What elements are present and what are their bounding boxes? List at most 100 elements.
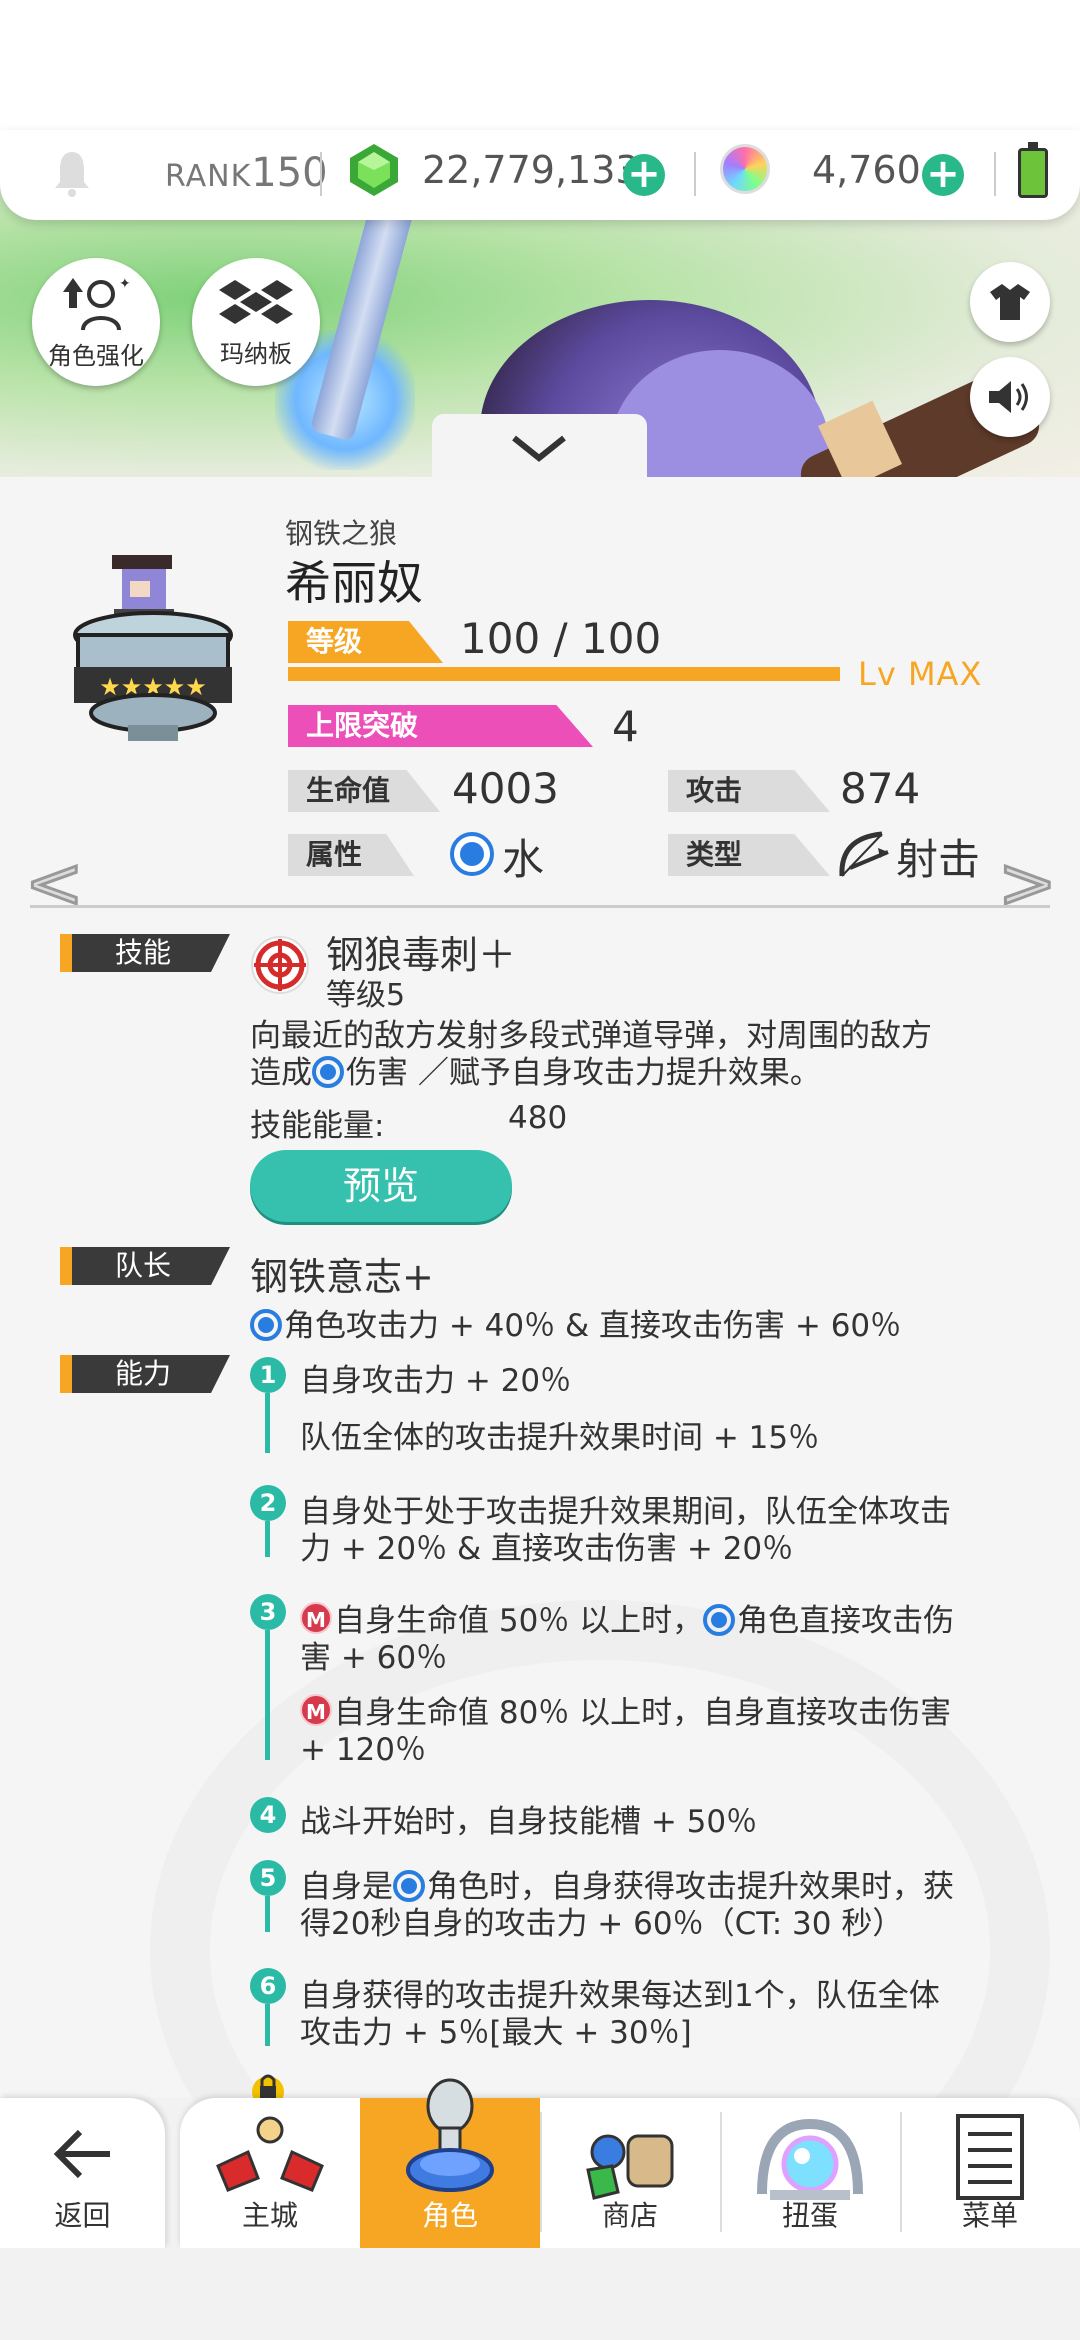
voice-button[interactable] <box>970 357 1050 437</box>
water-element-icon <box>312 1056 344 1088</box>
ability-section-label: 能力 <box>72 1355 230 1393</box>
lock-icon <box>252 2074 284 2100</box>
back-label: 返回 <box>54 2199 111 2232</box>
bow-icon <box>839 831 889 877</box>
ability-3-text-c: 自身生命值 80％ 以上时，自身直接攻击伤害 <box>334 1695 952 1731</box>
character-icon <box>406 2078 494 2192</box>
outfit-button[interactable] <box>970 262 1050 342</box>
ability-4-line1: 战斗开始时，自身技能槽 + 50％ <box>300 1804 758 1840</box>
chevron-down-icon <box>512 435 566 462</box>
level-max-label: Lv MAX <box>858 655 983 693</box>
nav-character[interactable]: 角色 <box>360 2078 540 2248</box>
m-badge-icon: M <box>300 1694 332 1726</box>
skill-energy-label: 技能能量: <box>250 1108 385 1144</box>
collapse-tab[interactable] <box>432 414 647 480</box>
limit-break-value: 4 <box>612 702 639 751</box>
add-orb-button[interactable]: + <box>922 154 964 196</box>
type-value: 射击 <box>896 835 981 884</box>
home-label: 主城 <box>241 2199 298 2232</box>
speaker-icon <box>989 381 1028 413</box>
orb-amount: 4,760 <box>812 148 921 192</box>
leader-skill-name: 钢铁意志+ <box>250 1255 434 1299</box>
mana-board-button[interactable]: 玛纳板 <box>192 258 320 386</box>
ability-number: 4 <box>250 1797 286 1833</box>
mana-board-icon <box>219 279 293 324</box>
ability-number: 3 <box>250 1594 286 1630</box>
element-value: 水 <box>502 835 545 884</box>
nav-home[interactable]: 主城 <box>180 2098 360 2248</box>
panel-divider <box>30 905 1050 908</box>
divider <box>694 152 696 196</box>
rank-display: RANK150 <box>165 150 328 196</box>
divider <box>994 152 996 196</box>
top-blank <box>0 0 1080 130</box>
ability-line <box>265 1896 270 1932</box>
character-title: 钢铁之狼 <box>285 517 398 550</box>
m-badge-icon: M <box>300 1602 332 1634</box>
nav-shop[interactable]: 商店 <box>540 2098 720 2248</box>
character-sprite: ★★★★★ <box>73 555 233 741</box>
status-bar: RANK150 22,779,133 + 4,760 + <box>0 130 1080 220</box>
ability-3-line4: + 120％ <box>300 1732 426 1768</box>
gacha-icon <box>757 2118 863 2200</box>
level-bar <box>288 667 840 681</box>
leader-section-tag: 队长 <box>60 1247 230 1285</box>
rainbow-orb-icon <box>720 144 770 194</box>
nav-menu[interactable]: 菜单 <box>900 2098 1080 2248</box>
attack-value: 874 <box>840 764 921 813</box>
ability-section-tag: 能力 <box>60 1355 230 1393</box>
bottom-margin <box>0 2248 1080 2340</box>
bell-icon[interactable] <box>52 148 92 198</box>
preview-button[interactable]: 预览 <box>250 1150 512 1222</box>
shop-icon <box>586 2134 674 2200</box>
ability-1-line2: 队伍全体的攻击提升效果时间 + 15％ <box>300 1420 820 1456</box>
ability-1-line1: 自身攻击力 + 20％ <box>300 1363 572 1399</box>
ability-3-line2: 害 + 60％ <box>300 1640 448 1676</box>
prev-character-arrow[interactable]: < <box>24 841 86 926</box>
ability-number: 6 <box>250 1968 286 2004</box>
ability-number: 5 <box>250 1860 286 1896</box>
character-label: 角色 <box>421 2199 478 2232</box>
water-element-icon <box>703 1604 736 1636</box>
shirt-icon <box>990 284 1030 320</box>
nav-gacha[interactable]: 扭蛋 <box>720 2098 900 2248</box>
water-element-icon <box>250 1309 282 1341</box>
skill-desc-line2: 造成 伤害 ／赋予自身攻击力提升效果。 <box>250 1047 821 1092</box>
ability-line <box>265 1393 270 1453</box>
leader-skill-desc: 角色攻击力 + 40％ & 直接攻击伤害 + 60％ <box>250 1300 901 1345</box>
home-icon <box>216 2116 324 2192</box>
back-button[interactable]: 返回 <box>0 2098 165 2248</box>
limit-break-label: 上限突破 <box>288 705 593 747</box>
skill-level: 等级5 <box>326 978 406 1013</box>
character-name: 希丽奴 <box>285 556 423 610</box>
hp-value: 4003 <box>452 764 559 813</box>
skill-desc-prefix: 造成 <box>250 1055 312 1091</box>
arrow-left-icon <box>53 2129 110 2179</box>
ability-line <box>265 1521 270 1557</box>
ability-2-line2: 力 + 20％ & 直接攻击伤害 + 20％ <box>300 1531 794 1567</box>
water-element-icon <box>450 832 494 876</box>
divider <box>320 152 322 196</box>
gold-amount: 22,779,133 <box>422 148 640 192</box>
skill-energy-value: 480 <box>508 1100 568 1136</box>
ability-line <box>265 2004 270 2046</box>
character-enhance-button[interactable]: ✦ 角色强化 <box>32 258 160 386</box>
menu-list-icon <box>956 2114 1024 2200</box>
level-value: 100 / 100 <box>460 614 662 663</box>
ability-number: 1 <box>250 1357 286 1393</box>
ability-3-text-b: 角色直接攻击伤 <box>737 1603 955 1639</box>
green-gem-icon <box>350 144 398 196</box>
skill-section-label: 技能 <box>72 934 230 972</box>
ability-number: 2 <box>250 1485 286 1521</box>
ability-6-line2: 攻击力 + 5％[最大 + 30％] <box>300 2015 692 2051</box>
battery-icon <box>1018 142 1048 198</box>
enhance-icon: ✦ <box>63 276 131 330</box>
leader-section-label: 队长 <box>72 1247 230 1285</box>
svg-text:✦: ✦ <box>119 276 131 292</box>
leader-desc-text: 角色攻击力 + 40％ & 直接攻击伤害 + 60％ <box>284 1308 902 1344</box>
ability-line <box>265 1630 270 1760</box>
skill-desc-suffix: 伤害 ／赋予自身攻击力提升效果。 <box>346 1055 821 1091</box>
next-character-arrow[interactable]: > <box>997 841 1059 926</box>
add-gold-button[interactable]: + <box>623 154 665 196</box>
shop-label: 商店 <box>601 2199 658 2232</box>
